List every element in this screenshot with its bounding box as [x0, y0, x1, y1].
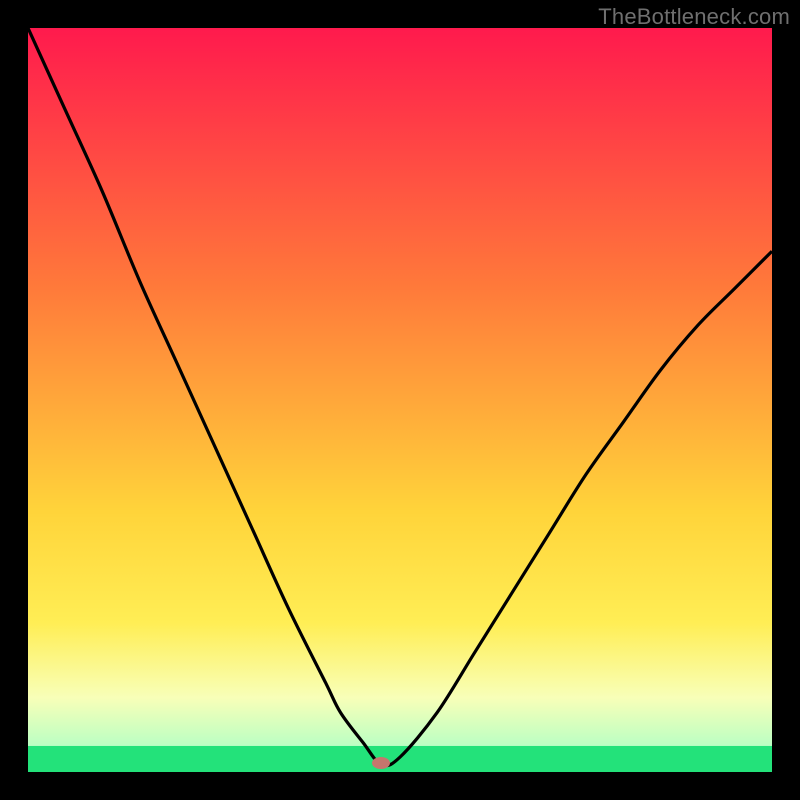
- gradient-background: [28, 28, 772, 772]
- chart-frame: TheBottleneck.com: [0, 0, 800, 800]
- minimum-marker: [372, 757, 390, 769]
- chart-canvas: [0, 0, 800, 800]
- watermark-text: TheBottleneck.com: [598, 4, 790, 30]
